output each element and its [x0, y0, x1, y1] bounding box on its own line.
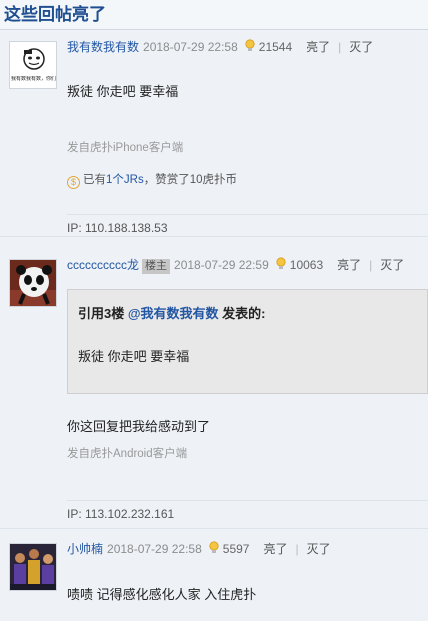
client-source: 发自虎扑iPhone客户端: [67, 142, 184, 154]
avatar[interactable]: [9, 543, 57, 591]
client-source: 发自虎扑Android客户端: [67, 448, 188, 460]
light-count: 10063: [289, 258, 324, 272]
username-link[interactable]: 小帅楠: [67, 542, 103, 556]
avatar[interactable]: 我有数我有数，你们了: [9, 41, 57, 89]
separator: |: [338, 40, 342, 54]
quote-block: 引用3楼 @我有数我有数 发表的: 叛徒 你走吧 要幸福: [67, 289, 428, 394]
quote-user-link[interactable]: @我有数我有数: [128, 306, 219, 321]
reply-post: cccccccccc龙 楼主 2018-07-29 22:59 10063 亮了 | 灭了 …: [0, 249, 428, 529]
light-button[interactable]: 亮了: [306, 40, 330, 54]
quote-text: 叛徒 你走吧 要幸福: [78, 349, 190, 364]
crowd-avatar-image: [10, 544, 56, 590]
jrs-suffix: ，赞赏了10虎扑币: [143, 174, 237, 186]
reply-post: 小帅楠 2018-07-29 22:58 5597 亮了 | 灭了 啧啧 记得感化感化人家…: [0, 533, 428, 621]
reply-post: 我有数我有数，你们了 我有数我有数 2018-07-29 22:58 21544 亮了…: [0, 31, 428, 237]
quote-suffix: 发表的:: [218, 306, 266, 321]
post-meta: 小帅楠 2018-07-29 22:58 5597 亮了 | 灭了: [67, 541, 331, 557]
post-content: 你这回复把我给感动到了: [67, 419, 211, 434]
post-content: 啧啧 记得感化感化人家 入住虎扑: [67, 587, 257, 602]
post-meta: cccccccccc龙 楼主 2018-07-29 22:59 10063 亮了 | 灭了: [67, 257, 404, 274]
section-header: 这些回帖亮了: [0, 0, 428, 30]
jrs-prefix: 已有: [83, 174, 106, 186]
post-date: 2018-07-29 22:58: [143, 40, 238, 54]
op-badge: 楼主: [142, 259, 171, 274]
dark-button[interactable]: 灭了: [380, 258, 404, 272]
post-date: 2018-07-29 22:58: [107, 542, 202, 556]
post-meta: 我有数我有数 2018-07-29 22:58 21544 亮了 | 灭了: [67, 39, 373, 55]
coin-icon: $: [67, 176, 80, 189]
quote-header: 引用3楼 @我有数我有数 发表的:: [78, 303, 265, 322]
jrs-link[interactable]: 1个JRs: [106, 174, 144, 186]
separator: |: [295, 542, 299, 556]
dark-button[interactable]: 灭了: [349, 40, 373, 54]
ip-address: IP: 110.188.138.53: [67, 214, 428, 235]
lightbulb-icon: [276, 257, 286, 269]
post-date: 2018-07-29 22:59: [174, 258, 269, 272]
light-button[interactable]: 亮了: [337, 258, 361, 272]
section-title: 这些回帖亮了: [4, 5, 106, 25]
quote-prefix: 引用3楼: [78, 306, 128, 321]
lightbulb-icon: [209, 541, 219, 553]
post-content: 叛徒 你走吧 要幸福: [67, 84, 179, 99]
light-count: 21544: [258, 40, 293, 54]
avatar[interactable]: [9, 259, 57, 307]
username-link[interactable]: cccccccccc龙: [67, 258, 139, 272]
light-count: 5597: [222, 542, 250, 556]
dark-button[interactable]: 灭了: [307, 542, 331, 556]
light-button[interactable]: 亮了: [263, 542, 287, 556]
lightbulb-icon: [245, 39, 255, 51]
panda-avatar-image: [10, 260, 56, 306]
avatar-caption: 我有数我有数，你们了: [11, 76, 57, 82]
ip-address: IP: 113.102.232.161: [67, 500, 428, 521]
username-link[interactable]: 我有数我有数: [67, 40, 139, 54]
separator: |: [369, 258, 373, 272]
jrs-reward: $ 已有1个JRs，赞赏了10虎扑币: [67, 171, 237, 189]
